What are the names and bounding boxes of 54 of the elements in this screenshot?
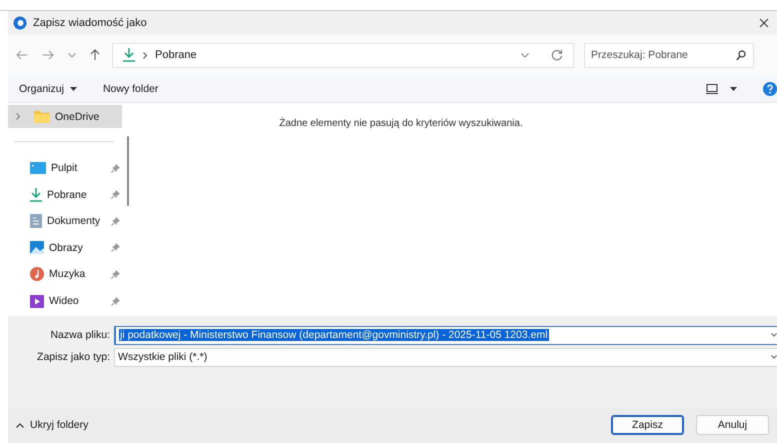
view-icon[interactable] bbox=[706, 84, 718, 94]
pin-icon[interactable] bbox=[111, 243, 120, 252]
cancel-button[interactable]: Anuluj bbox=[696, 415, 769, 436]
chevron-down-icon[interactable] bbox=[521, 52, 529, 58]
hide-folders-button[interactable]: Ukryj foldery bbox=[13, 416, 92, 434]
image-icon bbox=[30, 241, 44, 254]
file-type-dropdown[interactable]: Wszystkie pliki (*.*) bbox=[114, 348, 777, 367]
pin-icon[interactable] bbox=[111, 190, 120, 200]
caret-icon[interactable] bbox=[730, 87, 737, 91]
chevron-down-icon[interactable] bbox=[68, 52, 76, 58]
music-icon bbox=[30, 267, 44, 282]
video-icon bbox=[30, 294, 44, 308]
download-icon bbox=[123, 48, 135, 62]
pin-icon[interactable] bbox=[111, 296, 120, 306]
refresh-icon[interactable] bbox=[551, 49, 563, 62]
desktop-icon bbox=[30, 162, 46, 174]
up-icon[interactable] bbox=[90, 49, 100, 62]
organize-button[interactable]: Organizuj bbox=[13, 80, 83, 98]
sidebar-item[interactable]: Pobrane bbox=[8, 182, 122, 206]
pin-icon[interactable] bbox=[111, 270, 120, 279]
folder-icon bbox=[34, 110, 50, 124]
sidebar-item[interactable]: OneDrive bbox=[8, 104, 122, 128]
search-icon[interactable] bbox=[736, 50, 746, 61]
breadcrumb[interactable]: Pobrane bbox=[155, 49, 197, 62]
filename-field[interactable]: ji podatkowej - Ministerstwo Finansow (departament@govministry.pl) - 2025-11-05 1203.eml bbox=[114, 326, 777, 345]
sidebar-item[interactable]: Obrazy bbox=[8, 236, 122, 260]
pin-icon[interactable] bbox=[111, 216, 120, 226]
sidebar-item[interactable]: Muzyka bbox=[8, 262, 122, 286]
chevron-down-icon[interactable] bbox=[771, 333, 777, 338]
app-icon bbox=[13, 16, 27, 30]
window-title: Zapisz wiadomość jako bbox=[33, 16, 147, 29]
chevron-right-icon[interactable] bbox=[16, 113, 20, 120]
help-icon[interactable] bbox=[763, 82, 777, 96]
empty-message: Żadne elementy nie pasują do kryteriów wyszukiwania. bbox=[279, 118, 523, 131]
scrollbar-thumb[interactable] bbox=[127, 136, 129, 206]
close-icon[interactable] bbox=[759, 18, 769, 28]
field-label: Zapisz jako typ: bbox=[36, 351, 111, 364]
new-folder-button[interactable]: Nowy folder bbox=[96, 80, 164, 98]
address-bar[interactable]: Pobrane bbox=[112, 42, 574, 68]
chevron-up-icon bbox=[16, 422, 24, 428]
caret-icon bbox=[70, 87, 77, 91]
document-icon bbox=[30, 214, 42, 228]
save-button[interactable]: Zapisz bbox=[611, 415, 684, 436]
chevron-down-icon[interactable] bbox=[771, 355, 777, 360]
chevron-right-icon bbox=[143, 52, 147, 59]
forward-icon[interactable] bbox=[42, 50, 54, 60]
back-icon[interactable] bbox=[16, 50, 28, 60]
field-label: Nazwa pliku: bbox=[49, 329, 111, 342]
sidebar-item[interactable]: Pulpit bbox=[8, 156, 122, 180]
sidebar-item[interactable]: Wideo bbox=[8, 289, 122, 313]
pin-icon[interactable] bbox=[111, 164, 120, 173]
search-field[interactable]: Przeszukaj: Pobrane bbox=[584, 42, 754, 68]
download-icon bbox=[30, 188, 42, 202]
sidebar-item[interactable]: Dokumenty bbox=[8, 209, 122, 234]
